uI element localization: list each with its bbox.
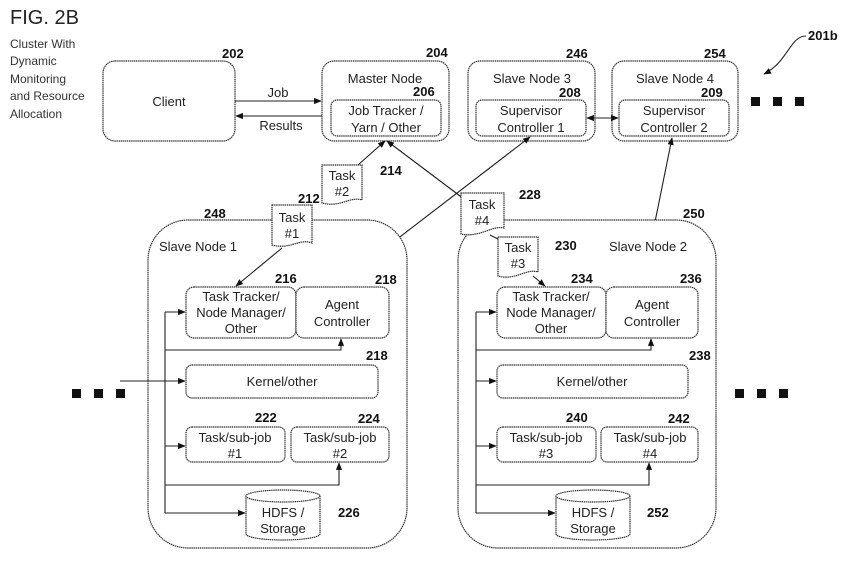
svg-text:and Resource: and Resource [10,89,85,103]
svg-text:Kernel/other: Kernel/other [557,374,628,389]
job-label: Job [268,85,289,100]
results-label: Results [259,118,303,133]
svg-text:Storage: Storage [260,521,306,536]
svg-text:Slave Node 4: Slave Node 4 [636,71,714,86]
svg-text:Task/sub-job: Task/sub-job [510,430,583,445]
svg-text:209: 209 [701,85,723,100]
svg-text:230: 230 [555,238,577,253]
svg-text:238: 238 [689,348,711,363]
slave-node-4: Slave Node 4 254 Supervisor Controller 2… [611,46,739,142]
svg-text:HDFS /: HDFS / [572,505,615,520]
cluster-diagram: FIG. 2B Cluster With Dynamic Monitoring … [10,7,838,549]
svg-text:Master Node: Master Node [348,71,422,86]
svg-text:252: 252 [647,505,669,520]
svg-text:Agent: Agent [325,297,359,312]
svg-text:#1: #1 [228,446,242,461]
svg-text:206: 206 [413,84,435,99]
svg-text:204: 204 [426,45,448,60]
svg-text:212: 212 [298,191,320,206]
svg-text:#2: #2 [333,446,347,461]
svg-text:218: 218 [375,272,397,287]
svg-text:236: 236 [680,271,702,286]
svg-text:Task Tracker/: Task Tracker/ [512,289,590,304]
svg-text:Task Tracker/: Task Tracker/ [202,289,280,304]
svg-text:#1: #1 [285,226,299,241]
svg-text:#4: #4 [475,213,489,228]
svg-text:222: 222 [255,410,277,425]
svg-text:Dynamic: Dynamic [10,54,57,68]
svg-text:Slave Node 3: Slave Node 3 [493,71,571,86]
svg-text:202: 202 [222,46,244,61]
svg-text:Other: Other [225,321,258,336]
svg-text:Node Manager/: Node Manager/ [196,305,286,320]
svg-text:Slave Node 1: Slave Node 1 [159,239,237,254]
ellipsis-right [735,389,788,398]
figure-ref-arrow [763,35,807,75]
svg-text:234: 234 [571,271,593,286]
svg-text:254: 254 [704,46,726,61]
svg-text:Cluster With: Cluster With [10,37,75,51]
svg-text:228: 228 [519,187,541,202]
svg-text:216: 216 [275,271,297,286]
svg-text:HDFS /: HDFS / [262,505,305,520]
figure-label: FIG. 2B [10,7,79,29]
svg-text:Supervisor: Supervisor [643,103,706,118]
svg-text:Supervisor: Supervisor [500,103,563,118]
ellipsis-left [72,389,125,398]
slave-node-3: Slave Node 3 246 Supervisor Controller 1… [467,46,596,142]
slave-node-2: Slave Node 2 250 Task Tracker/ Node Mana… [457,206,717,549]
svg-text:#3: #3 [511,256,525,271]
svg-text:214: 214 [380,163,402,178]
svg-text:218: 218 [366,348,388,363]
svg-text:242: 242 [668,411,690,426]
svg-text:Task/sub-job: Task/sub-job [199,430,272,445]
svg-text:226: 226 [338,505,360,520]
task2-master-arrow [357,140,386,166]
svg-text:Storage: Storage [570,521,616,536]
svg-text:Kernel/other: Kernel/other [247,374,318,389]
svg-text:Task: Task [469,197,496,212]
svg-text:Task/sub-job: Task/sub-job [304,430,377,445]
svg-text:Task: Task [329,168,356,183]
svg-text:224: 224 [358,411,380,426]
svg-text:Slave Node 2: Slave Node 2 [609,239,687,254]
svg-text:246: 246 [566,46,588,61]
task-2-document: Task #2 214 [321,163,402,205]
slave-node-1: Slave Node 1 248 Task Tracker/ Node Mana… [120,206,408,549]
svg-text:Client: Client [152,94,186,109]
svg-text:Controller: Controller [314,314,371,329]
svg-text:Other: Other [535,321,568,336]
svg-text:Agent: Agent [635,297,669,312]
svg-text:Controller: Controller [624,314,681,329]
svg-text:Allocation: Allocation [10,107,62,121]
svg-text:Node Manager/: Node Manager/ [506,305,596,320]
svg-text:Controller 2: Controller 2 [640,120,707,135]
figure-ref: 201b [808,28,838,43]
svg-text:248: 248 [204,206,226,221]
agent-controller-2 [605,286,699,339]
figure-caption: Cluster With Dynamic Monitoring and Reso… [10,37,85,121]
svg-text:Monitoring: Monitoring [10,72,66,86]
client-node: Client 202 [102,46,244,142]
svg-text:#2: #2 [335,184,349,199]
svg-text:240: 240 [566,410,588,425]
master-node: Master Node 204 Job Tracker / Yarn / Oth… [321,45,450,142]
svg-text:Task/sub-job: Task/sub-job [614,430,687,445]
svg-text:Task: Task [505,240,532,255]
agent-controller-1 [295,286,390,339]
svg-text:Yarn / Other: Yarn / Other [351,120,422,135]
svg-text:#3: #3 [539,446,553,461]
svg-text:#4: #4 [643,446,657,461]
svg-text:Task: Task [279,210,306,225]
svg-text:250: 250 [683,206,705,221]
svg-text:208: 208 [559,85,581,100]
ellipsis-top-right [751,97,804,106]
svg-text:Job Tracker /: Job Tracker / [348,103,424,118]
svg-text:Controller 1: Controller 1 [497,120,564,135]
